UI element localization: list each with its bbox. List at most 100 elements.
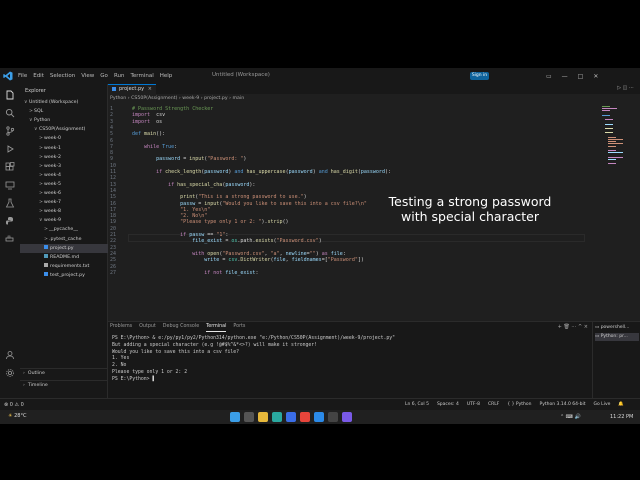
docker-icon[interactable] xyxy=(5,234,15,244)
problems-status[interactable]: ⊗ 0 ⚠ 0 xyxy=(4,402,24,408)
line-number: 25 xyxy=(110,257,117,264)
line-number: 2 xyxy=(110,112,114,119)
extensions-icon[interactable] xyxy=(5,162,15,172)
new-terminal-icon[interactable]: + xyxy=(558,324,562,330)
file-icon xyxy=(44,254,48,259)
chrome-icon[interactable] xyxy=(300,412,310,422)
testing-icon[interactable] xyxy=(5,198,15,208)
code-line: with open("Password.csv", "a", newline="… xyxy=(192,250,346,257)
close-window-icon[interactable]: ✕ xyxy=(593,73,598,80)
terminal-item-powershell[interactable]: ▭ powershell... xyxy=(595,324,639,332)
panel-tabs: Problems Output Debug Console Terminal P… xyxy=(108,324,245,332)
file-explorer-icon[interactable] xyxy=(258,412,268,422)
run-file-icon[interactable]: ▷ xyxy=(617,85,621,91)
python-icon[interactable] xyxy=(5,216,15,226)
code-line: write = csv.DictWriter(file, fieldnames=… xyxy=(204,257,364,264)
split-editor-icon[interactable]: ◫ xyxy=(623,85,628,91)
caption-line-2: with special character xyxy=(401,209,539,224)
tree-item[interactable]: >SQL xyxy=(20,107,116,116)
line-number: 20 xyxy=(110,225,117,232)
terminal-line: Please type only 1 or 2: 2 xyxy=(112,370,188,375)
outline-section[interactable]: › Outline xyxy=(20,368,107,379)
tab-ports[interactable]: Ports xyxy=(233,324,245,332)
minimap-line xyxy=(602,106,610,107)
minimize-icon[interactable]: — xyxy=(562,73,568,80)
explorer-icon[interactable] xyxy=(5,90,15,100)
terminal-item-python[interactable]: ▭ Python: pr... xyxy=(595,333,639,341)
tab-project-py[interactable]: project.py × xyxy=(108,84,156,95)
trash-icon[interactable]: 🗑 xyxy=(563,324,569,330)
line-number: 9 xyxy=(110,156,114,163)
tree-item-label: test_project.py xyxy=(50,272,85,278)
menu-terminal[interactable]: Terminal xyxy=(130,73,153,79)
search-icon[interactable] xyxy=(5,108,15,118)
tree-item-label: week-3 xyxy=(44,163,61,169)
tree-item-label: week-0 xyxy=(44,136,61,142)
status-right-items: Ln 6, Col 5 Spaces: 4 UTF-8 CRLF { } Pyt… xyxy=(405,402,624,407)
system-tray[interactable]: ⌃ ⌨ 🔊 xyxy=(560,414,581,420)
python-interpreter[interactable]: Python 3.14.0 64-bit xyxy=(540,402,586,407)
tab-output[interactable]: Output xyxy=(139,324,156,332)
timeline-section[interactable]: › Timeline xyxy=(20,380,107,391)
cursor-position[interactable]: Ln 6, Col 5 xyxy=(405,402,429,407)
weather-widget[interactable]: ☀ 28°C xyxy=(8,413,26,419)
minimap[interactable] xyxy=(602,106,632,176)
line-number: 26 xyxy=(110,263,117,270)
language-mode[interactable]: { } Python xyxy=(507,402,531,407)
line-ending[interactable]: CRLF xyxy=(488,402,499,407)
start-menu-icon[interactable] xyxy=(230,412,240,422)
file-icon xyxy=(44,263,48,268)
breadcrumb[interactable]: Python › CS50P(Assignment) › week-9 › pr… xyxy=(110,96,244,101)
menu-run[interactable]: Run xyxy=(114,73,125,79)
edge-browser-icon[interactable] xyxy=(272,412,282,422)
indentation[interactable]: Spaces: 4 xyxy=(437,402,459,407)
minimap-line xyxy=(602,110,610,112)
minimap-line xyxy=(608,145,616,147)
tab-problems[interactable]: Problems xyxy=(110,324,132,332)
menu-go[interactable]: Go xyxy=(100,73,108,79)
tab-terminal[interactable]: Terminal xyxy=(206,324,227,332)
code-line: while True: xyxy=(144,143,178,150)
run-debug-icon[interactable] xyxy=(5,144,15,154)
menu-edit[interactable]: Edit xyxy=(33,73,44,79)
weather-temp: 28°C xyxy=(14,413,27,419)
notifications-bell-icon[interactable]: 🔔 xyxy=(618,402,624,407)
code-line: "2. No\n" xyxy=(180,213,208,220)
maximize-icon[interactable]: □ xyxy=(578,73,584,80)
terminal-list: ▭ powershell... ▭ Python: pr... xyxy=(592,321,640,399)
source-control-icon[interactable] xyxy=(5,126,15,136)
tree-item-label: week-6 xyxy=(44,191,61,196)
tree-item[interactable]: ∨ CS50P(Assignment) xyxy=(20,125,121,134)
tab-debug-console[interactable]: Debug Console xyxy=(163,324,199,332)
clock[interactable]: 11:22 PM xyxy=(610,414,633,420)
more-actions-icon[interactable]: ⋯ xyxy=(629,85,634,91)
go-live[interactable]: Go Live xyxy=(594,402,611,407)
store-icon[interactable] xyxy=(286,412,296,422)
account-icon[interactable] xyxy=(5,350,15,360)
app-taskbar-icon[interactable] xyxy=(342,412,352,422)
taskbar-search-icon[interactable] xyxy=(244,412,254,422)
remote-explorer-icon[interactable] xyxy=(5,180,15,190)
tree-item[interactable]: ∨ Untitled (Workspace) xyxy=(20,98,111,107)
tree-item-label: week-5 xyxy=(44,181,61,187)
layout-icon[interactable]: ▭ xyxy=(546,73,552,80)
tree-item-label: project.py xyxy=(50,245,74,251)
more-icon[interactable]: ⋯ xyxy=(571,324,576,330)
vscode-taskbar-icon[interactable] xyxy=(314,412,324,422)
terminal-taskbar-icon[interactable] xyxy=(328,412,338,422)
close-tab-icon[interactable]: × xyxy=(148,85,152,94)
menu-file[interactable]: File xyxy=(18,73,27,79)
sign-in-button[interactable]: Sign in xyxy=(470,72,489,80)
line-number: 8 xyxy=(110,150,114,157)
encoding[interactable]: UTF-8 xyxy=(467,402,480,407)
menu-selection[interactable]: Selection xyxy=(50,73,75,79)
settings-gear-icon[interactable] xyxy=(5,368,15,378)
menu-view[interactable]: View xyxy=(81,73,94,79)
code-line: if has_special_cha(password): xyxy=(168,181,256,188)
maximize-panel-icon[interactable]: ^ xyxy=(578,324,582,330)
close-panel-icon[interactable]: × xyxy=(584,324,588,330)
tree-item[interactable]: ∨ Python xyxy=(20,116,116,125)
python-file-icon xyxy=(112,86,116,91)
line-number: 24 xyxy=(110,250,117,257)
menu-help[interactable]: Help xyxy=(160,73,173,79)
